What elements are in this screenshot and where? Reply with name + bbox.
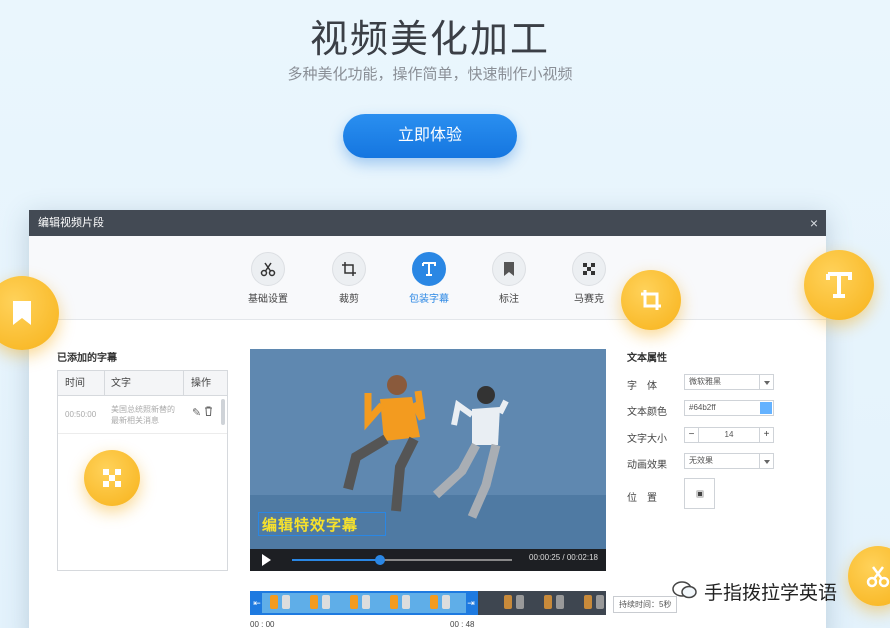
wechat-icon [672, 581, 697, 599]
play-icon[interactable] [262, 554, 271, 566]
column-header-action: 操作 [191, 378, 211, 389]
progress-knob[interactable] [375, 555, 385, 565]
column-header-text: 文字 [111, 378, 131, 389]
bookmark-icon [492, 252, 526, 286]
tool-label: 标注 [499, 294, 519, 305]
right-handle-icon[interactable]: ⇥ [466, 593, 476, 613]
timeline-start-time: 00 : 00 [250, 620, 275, 628]
tool-basic-settings[interactable]: 基础设置 [238, 252, 298, 305]
video-subtitle-text[interactable]: 编辑特效字幕 [262, 514, 358, 535]
mosaic-badge-icon [84, 450, 140, 506]
chevron-down-icon [759, 375, 773, 389]
timeline-mid-time: 00 : 48 [450, 620, 475, 628]
tool-label: 基础设置 [248, 294, 288, 305]
color-field[interactable]: #64b2ff [684, 400, 774, 416]
size-label: 文字大小 [627, 434, 667, 445]
editor-window: 编辑视频片段 × 基础设置 裁剪 包装字幕 标注 马赛克 已添加的字幕 时间 文… [29, 210, 826, 628]
position-label: 位 置 [627, 493, 657, 504]
video-time: 00:00:25 / 00:02:18 [529, 553, 598, 562]
tool-crop[interactable]: 裁剪 [319, 252, 379, 305]
text-badge-icon [804, 250, 874, 320]
size-value: 14 [724, 430, 734, 439]
duration-tooltip: 持续时间：5秒 [613, 596, 678, 613]
tool-mosaic[interactable]: 马赛克 [559, 252, 619, 305]
left-handle-icon[interactable]: ⇤ [252, 593, 262, 613]
text-icon [412, 252, 446, 286]
tool-bar: 基础设置 裁剪 包装字幕 标注 马赛克 [29, 236, 826, 320]
position-dot[interactable] [696, 490, 704, 498]
crop-icon [332, 252, 366, 286]
scrollbar[interactable] [221, 399, 225, 425]
font-select[interactable]: 微软雅黑 [684, 374, 774, 390]
progress-bar[interactable] [292, 555, 512, 565]
animation-select[interactable]: 无效果 [684, 453, 774, 469]
color-label: 文本颜色 [627, 407, 667, 418]
tool-label: 马赛克 [574, 294, 604, 305]
subtitle-text: 美国总统照新替的最新相关消息 [111, 405, 175, 425]
close-icon[interactable]: × [810, 210, 818, 236]
tool-label: 裁剪 [339, 294, 359, 305]
properties-title: 文本属性 [627, 353, 667, 364]
subtitle-time: 00:50:00 [65, 410, 97, 419]
font-label: 字 体 [627, 381, 657, 392]
crop-badge-icon [621, 270, 681, 330]
scissors-badge-icon [848, 546, 890, 606]
chevron-down-icon [759, 454, 773, 468]
size-stepper[interactable]: − 14 + [684, 427, 774, 443]
trash-icon[interactable] [204, 406, 213, 419]
edit-icon[interactable]: ✎ [192, 407, 201, 419]
try-now-button[interactable]: 立即体验 [343, 114, 517, 158]
progress-fill [292, 559, 380, 561]
subtitles-panel-title: 已添加的字幕 [57, 353, 117, 364]
scissors-icon [251, 252, 285, 286]
animation-label: 动画效果 [627, 460, 667, 471]
video-preview[interactable]: 编辑特效字幕 00:00:25 / 00:02:18 [250, 349, 606, 571]
position-picker[interactable] [684, 478, 715, 509]
mosaic-icon [572, 252, 606, 286]
video-controls: 00:00:25 / 00:02:18 [250, 549, 606, 571]
table-row[interactable]: 00:50:00 美国总统照新替的最新相关消息 ✎ [58, 396, 227, 434]
timeline-strip[interactable]: ⇤ ⇥ [250, 591, 606, 615]
editor-title: 编辑视频片段 [38, 217, 104, 229]
minus-button[interactable]: − [685, 428, 699, 442]
table-header: 时间 文字 操作 [58, 371, 227, 396]
watermark-text: 手指拨拉学英语 [704, 582, 838, 604]
tool-label: 包装字幕 [409, 294, 449, 305]
hero-title: 视频美化加工 [309, 17, 550, 61]
column-header-time: 时间 [65, 378, 85, 389]
plus-button[interactable]: + [759, 428, 773, 442]
color-swatch[interactable] [760, 402, 772, 414]
subtitles-table: 时间 文字 操作 00:50:00 美国总统照新替的最新相关消息 ✎ [57, 370, 228, 571]
editor-titlebar: 编辑视频片段 × [29, 210, 826, 236]
hero-subtitle: 多种美化功能，操作简单，快速制作小视频 [287, 66, 573, 83]
tool-annotate[interactable]: 标注 [479, 252, 539, 305]
tool-subtitle[interactable]: 包装字幕 [399, 252, 459, 305]
